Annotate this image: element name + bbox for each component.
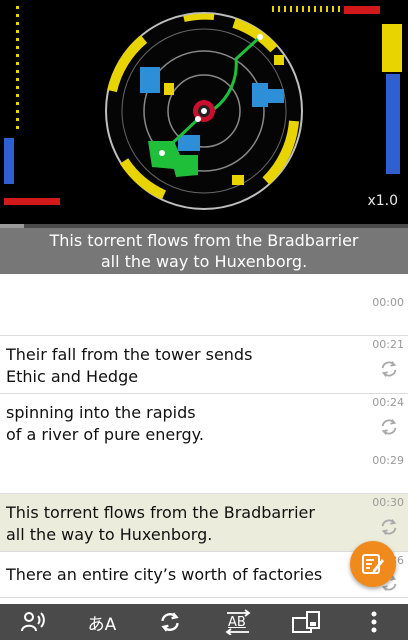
row-text-line-2: all the way to Huxenborg. bbox=[6, 525, 213, 544]
repeat-line-icon[interactable] bbox=[378, 516, 400, 538]
transcript-row[interactable]: Their fall from the tower sends Ethic an… bbox=[0, 336, 408, 394]
ab-loop-icon: AB bbox=[223, 609, 253, 635]
row-text-line-1: Their fall from the tower sends bbox=[6, 345, 253, 364]
row-text-line-1: This torrent flows from the Bradbarrier bbox=[6, 503, 315, 522]
repeat-icon bbox=[161, 612, 179, 632]
row-text: Their fall from the tower sends Ethic an… bbox=[6, 344, 252, 388]
caption-line-1: This torrent flows from the Bradbarrier bbox=[49, 231, 359, 250]
row-end-timestamp: 00:29 bbox=[372, 454, 404, 467]
video-player[interactable]: x1.0 bbox=[0, 0, 408, 224]
row-timestamp: 00:24 bbox=[372, 396, 404, 409]
playback-speed-label[interactable]: x1.0 bbox=[367, 193, 398, 209]
ab-loop-label: AB bbox=[228, 615, 246, 630]
transcript-row-active[interactable]: This torrent flows from the Bradbarrier … bbox=[0, 494, 408, 552]
row-text-line-1: spinning into the rapids bbox=[6, 403, 196, 422]
more-icon bbox=[371, 611, 377, 633]
row-text: This torrent flows from the Bradbarrier … bbox=[6, 502, 315, 546]
current-caption: This torrent flows from the Bradbarrier … bbox=[0, 228, 408, 274]
row-timestamp: 00:21 bbox=[372, 338, 404, 351]
row-text-line-1: There an entire city’s worth of factorie… bbox=[6, 565, 323, 584]
repeat-line-icon[interactable] bbox=[378, 358, 400, 380]
switch-screen-icon bbox=[292, 611, 320, 633]
transcript-row[interactable]: 00:00 bbox=[0, 292, 408, 336]
switch-screen-button[interactable] bbox=[286, 604, 326, 640]
caption-line-2: all the way to Huxenborg. bbox=[100, 252, 308, 271]
row-text: There an entire city’s worth of factorie… bbox=[6, 564, 322, 586]
repeat-all-button[interactable] bbox=[150, 604, 190, 640]
row-timestamp: 00:30 bbox=[372, 496, 404, 509]
row-text: spinning into the rapids of a river of p… bbox=[6, 402, 204, 446]
repeat-line-icon[interactable] bbox=[378, 416, 400, 438]
row-text-line-2: of a river of pure energy. bbox=[6, 425, 204, 444]
transcript-row[interactable]: There an entire city’s worth of factorie… bbox=[0, 552, 408, 598]
video-frame-illustration bbox=[4, 6, 402, 210]
translate-icon: あA bbox=[87, 614, 117, 635]
row-timestamp: 00:00 bbox=[372, 296, 404, 309]
ab-loop-button[interactable]: AB bbox=[218, 604, 258, 640]
transcript-row[interactable]: spinning into the rapids of a river of p… bbox=[0, 394, 408, 494]
listen-icon bbox=[21, 612, 45, 632]
transcript-list[interactable]: 00:00 Their fall from the tower sends Et… bbox=[0, 274, 408, 604]
listen-button[interactable] bbox=[14, 604, 54, 640]
translate-button[interactable]: あA bbox=[82, 604, 122, 640]
edit-note-icon bbox=[362, 554, 384, 574]
more-options-button[interactable] bbox=[354, 604, 394, 640]
edit-note-button[interactable] bbox=[350, 541, 396, 587]
row-text-line-2: Ethic and Hedge bbox=[6, 367, 139, 386]
bottom-toolbar: あA AB bbox=[0, 604, 408, 640]
app-window: x1.0 This torrent flows from the Bradbar… bbox=[0, 0, 408, 640]
